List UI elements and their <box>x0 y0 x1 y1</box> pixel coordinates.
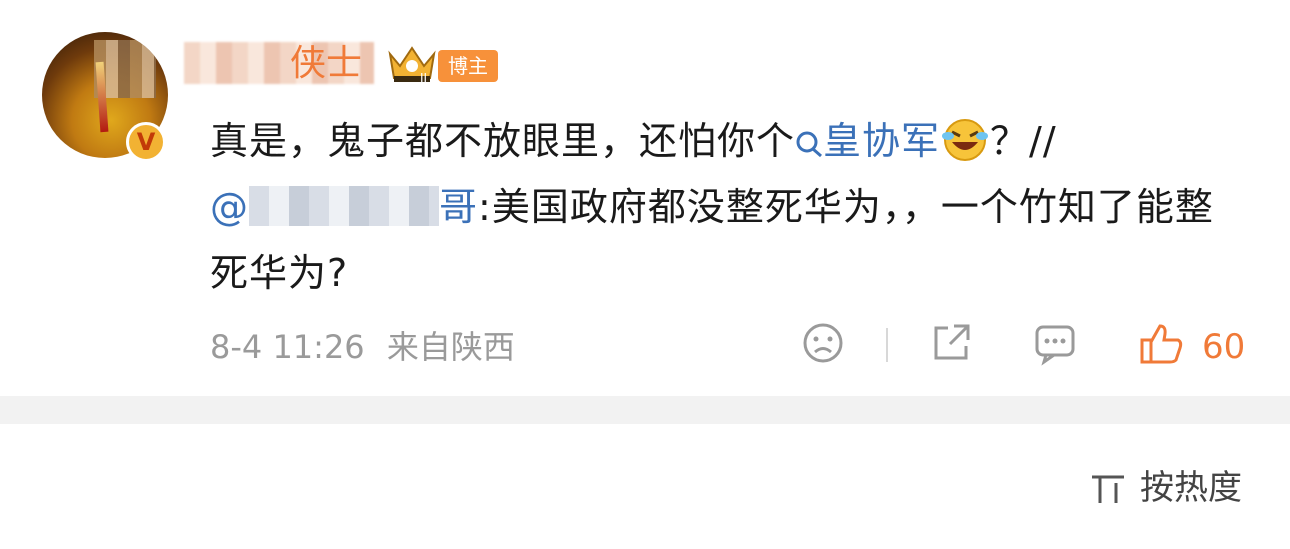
crown-icon: II <box>388 46 436 84</box>
comment-location: 来自陕西 <box>386 328 515 366</box>
comment-meta: 8-4 11:26 来自陕西 <box>210 326 527 368</box>
mention-suffix: 哥 <box>439 185 479 229</box>
action-divider <box>886 328 888 362</box>
topic-link[interactable]: 皇协军 <box>795 119 940 163</box>
share-icon[interactable] <box>928 320 974 366</box>
comment-icon[interactable] <box>1032 320 1078 366</box>
verified-badge-icon: V <box>126 122 166 162</box>
section-separator <box>0 396 1290 424</box>
mention-redacted <box>249 186 439 226</box>
username[interactable]: 侠士 <box>290 42 362 86</box>
search-topic-icon <box>796 131 823 158</box>
comment-date: 8-4 11:26 <box>210 328 365 366</box>
sort-by-hot-button[interactable]: 按热度 <box>1088 464 1242 512</box>
blogger-badge: 博主 <box>438 50 498 82</box>
mention-link[interactable]: @ 哥 <box>210 185 478 229</box>
laughing-crying-emoji <box>942 119 989 161</box>
svg-text:II: II <box>420 71 427 84</box>
comment-text-part-2: ？// <box>990 119 1057 163</box>
comment-text: 真是，鬼子都不放眼里，还怕你个 皇协军 ？// @ 哥:美国政府都没整死华为，，一个竹… <box>210 108 1230 306</box>
verified-mark: V <box>136 128 156 156</box>
thumbs-up-icon[interactable] <box>1138 320 1184 366</box>
mention-prefix: @ <box>210 185 249 229</box>
comment-text-part: 真是，鬼子都不放眼里，还怕你个 <box>210 119 796 163</box>
sad-face-icon[interactable] <box>800 320 846 366</box>
topic-label: 皇协军 <box>823 119 941 163</box>
sort-label: 按热度 <box>1140 468 1242 508</box>
sort-icon <box>1092 475 1124 503</box>
like-count: 60 <box>1202 327 1246 367</box>
